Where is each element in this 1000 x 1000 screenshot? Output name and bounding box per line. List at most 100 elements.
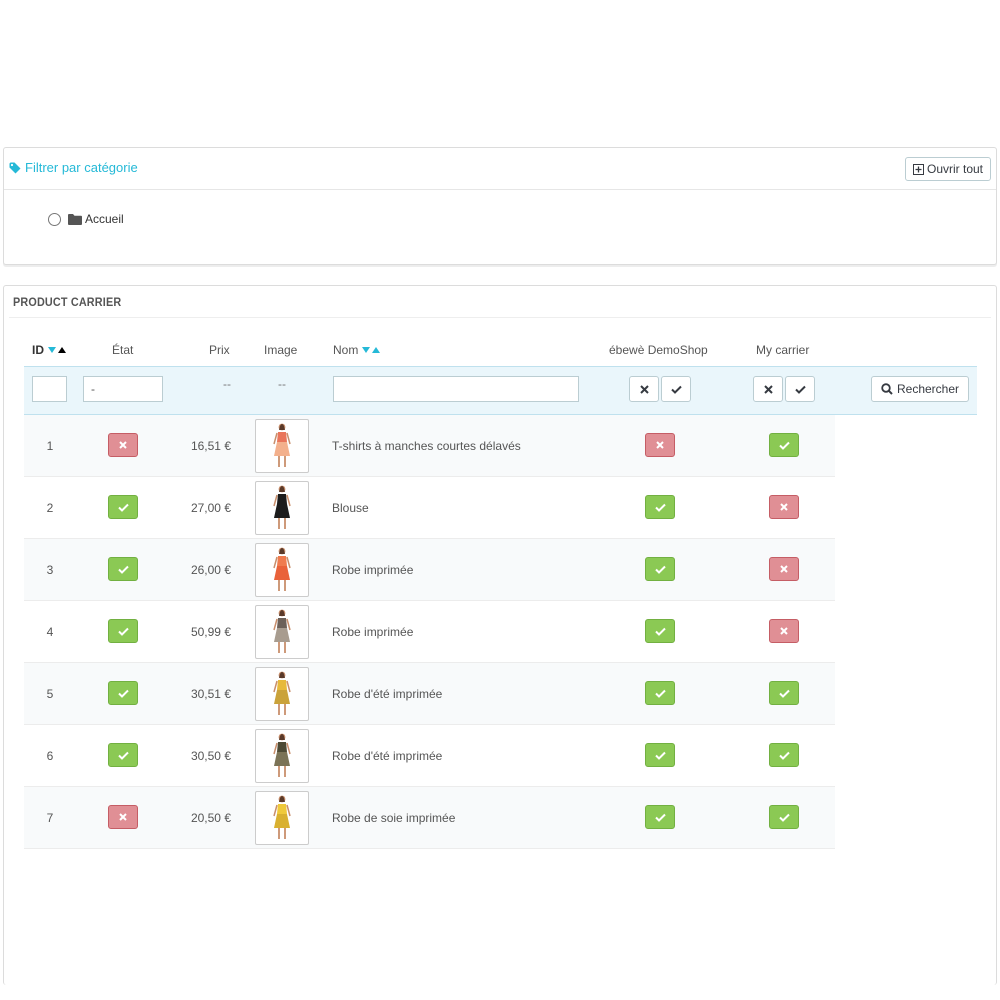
sort-asc-icon[interactable] bbox=[58, 347, 66, 353]
carrier2-filter-yes-button[interactable] bbox=[785, 376, 815, 402]
product-image bbox=[273, 485, 291, 529]
column-header-price: Prix bbox=[209, 343, 230, 357]
filter-row: -- -- Rechercher bbox=[24, 366, 977, 415]
check-icon bbox=[778, 441, 790, 450]
table-row: 1 16,51 € T-shirts à manches courtes délav… bbox=[24, 415, 835, 477]
row-name: Blouse bbox=[332, 501, 369, 515]
plus-square-icon bbox=[912, 163, 924, 175]
sort-asc-icon[interactable] bbox=[372, 347, 381, 353]
product-carrier-panel: PRODUCT CARRIER ID État Prix Image Nom é… bbox=[3, 285, 997, 985]
carrier-demoshop-toggle[interactable] bbox=[645, 681, 675, 705]
status-active-toggle[interactable] bbox=[108, 743, 138, 767]
carrier-my-carrier-toggle[interactable] bbox=[769, 495, 799, 519]
tag-icon bbox=[9, 162, 21, 173]
times-icon bbox=[780, 565, 788, 573]
product-thumbnail bbox=[255, 543, 309, 597]
carrier-demoshop-toggle[interactable] bbox=[645, 433, 675, 457]
check-icon bbox=[117, 565, 129, 574]
row-price: 27,00 € bbox=[190, 501, 231, 515]
row-id: 1 bbox=[46, 439, 54, 453]
carrier-my-carrier-toggle[interactable] bbox=[769, 433, 799, 457]
check-icon bbox=[794, 385, 806, 394]
column-header-image: Image bbox=[264, 343, 298, 357]
column-header-id[interactable]: ID bbox=[32, 343, 67, 357]
sort-desc-icon[interactable] bbox=[48, 347, 56, 353]
carrier-demoshop-toggle[interactable] bbox=[645, 743, 675, 767]
carrier2-filter-no-button[interactable] bbox=[753, 376, 783, 402]
carrier-demoshop-toggle[interactable] bbox=[645, 805, 675, 829]
product-image bbox=[273, 423, 291, 467]
check-icon bbox=[654, 751, 666, 760]
category-tree-item: Accueil bbox=[48, 212, 124, 226]
row-name: Robe imprimée bbox=[332, 563, 414, 577]
check-icon bbox=[778, 689, 790, 698]
times-icon bbox=[119, 441, 127, 449]
status-active-toggle[interactable] bbox=[108, 619, 138, 643]
product-image bbox=[273, 795, 291, 839]
row-name: T-shirts à manches courtes délavés bbox=[332, 439, 521, 453]
product-thumbnail bbox=[255, 791, 309, 845]
product-image bbox=[273, 671, 291, 715]
times-icon bbox=[780, 627, 788, 635]
row-price: 30,50 € bbox=[190, 749, 231, 763]
column-header-state: État bbox=[112, 343, 134, 357]
column-header-name[interactable]: Nom bbox=[333, 343, 381, 357]
carrier-my-carrier-toggle[interactable] bbox=[769, 743, 799, 767]
check-icon bbox=[654, 565, 666, 574]
carrier-my-carrier-toggle[interactable] bbox=[769, 805, 799, 829]
check-icon bbox=[654, 689, 666, 698]
carrier1-filter-yes-button[interactable] bbox=[661, 376, 691, 402]
status-inactive-toggle[interactable] bbox=[108, 433, 138, 457]
check-icon bbox=[117, 689, 129, 698]
check-icon bbox=[117, 751, 129, 760]
status-active-toggle[interactable] bbox=[108, 495, 138, 519]
carrier1-filter-no-button[interactable] bbox=[629, 376, 659, 402]
carrier-my-carrier-toggle[interactable] bbox=[769, 557, 799, 581]
open-all-button[interactable]: Ouvrir tout bbox=[904, 157, 991, 181]
status-inactive-toggle[interactable] bbox=[108, 805, 138, 829]
check-icon bbox=[670, 385, 682, 394]
carrier-demoshop-toggle[interactable] bbox=[645, 619, 675, 643]
state-filter-select[interactable] bbox=[83, 376, 163, 402]
category-filter-title-text: Filtrer par catégorie bbox=[25, 160, 138, 175]
row-id: 7 bbox=[46, 811, 54, 825]
search-button-label: Rechercher bbox=[896, 382, 960, 396]
category-radio[interactable] bbox=[48, 212, 61, 226]
category-filter-panel: Filtrer par catégorie Ouvrir tout Accuei… bbox=[3, 147, 997, 265]
row-price: 16,51 € bbox=[190, 439, 231, 453]
row-id: 2 bbox=[46, 501, 54, 515]
product-thumbnail bbox=[255, 419, 309, 473]
row-id: 4 bbox=[46, 625, 54, 639]
category-tree-label[interactable]: Accueil bbox=[85, 212, 124, 226]
product-thumbnail bbox=[255, 605, 309, 659]
row-id: 6 bbox=[46, 749, 54, 763]
table-row: 5 30,51 € Robe d'été imprimée bbox=[24, 663, 835, 725]
category-filter-header: Filtrer par catégorie Ouvrir tout bbox=[4, 148, 996, 190]
id-filter-input[interactable] bbox=[32, 376, 67, 402]
name-filter-input[interactable] bbox=[333, 376, 579, 402]
product-image bbox=[273, 547, 291, 591]
folder-icon bbox=[68, 213, 82, 225]
check-icon bbox=[654, 503, 666, 512]
carrier-demoshop-toggle[interactable] bbox=[645, 557, 675, 581]
carrier-demoshop-toggle[interactable] bbox=[645, 495, 675, 519]
times-icon bbox=[763, 384, 773, 394]
table-row: 2 27,00 € Blouse bbox=[24, 477, 835, 539]
carrier-my-carrier-toggle[interactable] bbox=[769, 619, 799, 643]
check-icon bbox=[654, 627, 666, 636]
product-thumbnail bbox=[255, 667, 309, 721]
row-price: 20,50 € bbox=[190, 811, 231, 825]
search-button[interactable]: Rechercher bbox=[871, 376, 969, 402]
status-active-toggle[interactable] bbox=[108, 557, 138, 581]
carrier-my-carrier-toggle[interactable] bbox=[769, 681, 799, 705]
column-header-id-label: ID bbox=[32, 343, 44, 357]
row-name: Robe de soie imprimée bbox=[332, 811, 456, 825]
table-row: 4 50,99 € Robe imprimée bbox=[24, 601, 835, 663]
image-filter-placeholder: -- bbox=[278, 377, 286, 391]
times-icon bbox=[119, 813, 127, 821]
product-image bbox=[273, 733, 291, 777]
status-active-toggle[interactable] bbox=[108, 681, 138, 705]
sort-desc-icon[interactable] bbox=[362, 347, 371, 353]
row-name: Robe d'été imprimée bbox=[332, 687, 443, 701]
panel-title-divider bbox=[9, 317, 991, 318]
